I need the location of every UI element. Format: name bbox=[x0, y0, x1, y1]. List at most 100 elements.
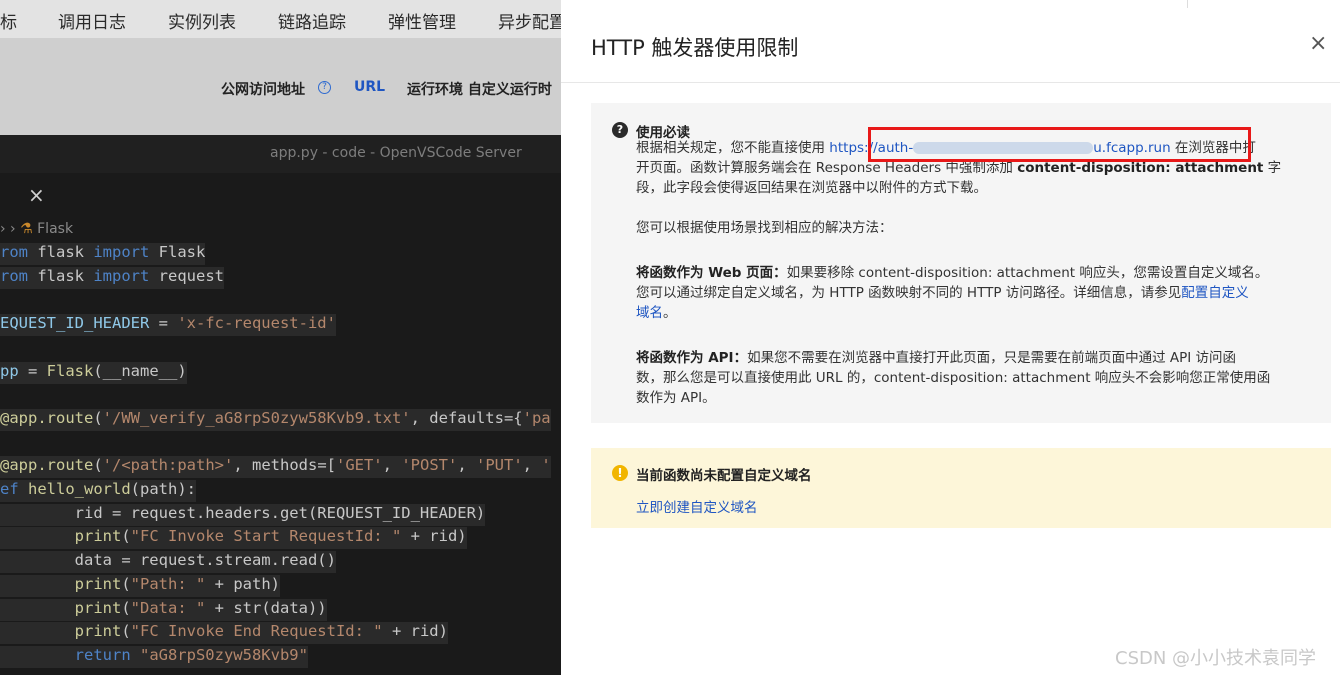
code-token: rid = request.headers.get(REQUEST_ID_HEA… bbox=[0, 503, 486, 522]
dialog-header: HTTP 触发器使用限制 × bbox=[561, 0, 1340, 83]
code-token: 'PUT' bbox=[476, 456, 523, 475]
code-token: , bbox=[382, 456, 402, 475]
code-line[interactable]: rom flask import request bbox=[0, 266, 224, 289]
breadcrumb: › › ⚗ Flask bbox=[0, 221, 73, 237]
question-circle-icon: ? bbox=[612, 122, 628, 138]
code-line[interactable]: print("Data: " + str(data)) bbox=[0, 598, 327, 621]
code-token: print bbox=[74, 622, 122, 641]
code-line[interactable]: print("FC Invoke End RequestId: " + rid) bbox=[0, 622, 448, 645]
code-line[interactable]: rid = request.headers.get(REQUEST_ID_HEA… bbox=[0, 503, 486, 526]
code-token: + path) bbox=[205, 574, 280, 593]
help-icon[interactable]: ? bbox=[318, 81, 331, 94]
code-token: ' bbox=[541, 456, 551, 475]
header-name: content-disposition: attachment bbox=[1017, 160, 1264, 176]
code-token: '/WW_verify_aG8rpS0zyw58Kvb9.txt' bbox=[102, 408, 411, 427]
code-token: return bbox=[74, 645, 140, 664]
url-link[interactable]: URL bbox=[354, 79, 385, 95]
api-heading: 将函数作为 API： bbox=[636, 350, 748, 366]
background-console: 标 调用日志 实例列表 链路追踪 弹性管理 异步配置 公网访问地址 ? URL … bbox=[0, 0, 561, 675]
code-token: Flask bbox=[46, 361, 94, 380]
chevron-right-icon: › › bbox=[0, 221, 21, 237]
code-line[interactable]: print("Path: " + path) bbox=[0, 574, 280, 597]
code-token: ( bbox=[93, 456, 103, 475]
code-token: + rid) bbox=[382, 622, 448, 641]
code-line[interactable]: print("FC Invoke Start RequestId: " + ri… bbox=[0, 527, 467, 550]
exclamation-circle-icon: ! bbox=[612, 465, 628, 481]
nav-tab-invocation-logs[interactable]: 调用日志 bbox=[58, 8, 126, 33]
code-token: ( bbox=[121, 598, 131, 617]
flask-icon: ⚗ bbox=[20, 221, 33, 237]
warning-title: 当前函数尚未配置自定义域名 bbox=[636, 468, 812, 484]
breadcrumb-file[interactable]: Flask bbox=[37, 221, 73, 237]
code-token: Flask bbox=[158, 243, 206, 261]
code-token: 'pa bbox=[522, 408, 551, 427]
code-line[interactable]: pp = Flask(__name__) bbox=[0, 361, 187, 384]
url-highlight-box bbox=[868, 127, 1251, 162]
notice-text: 。 bbox=[663, 305, 677, 321]
code-token: print bbox=[74, 598, 122, 617]
code-token: import bbox=[93, 243, 159, 261]
code-token: data = request.stream.read() bbox=[0, 551, 336, 570]
notice-text: 开页面。函数计算服务端会在 Response Headers 中强制添加 bbox=[636, 160, 1018, 176]
code-token: 'x-fc-request-id' bbox=[177, 314, 336, 333]
public-url-label: 公网访问地址 bbox=[221, 82, 305, 98]
code-token: flask bbox=[37, 266, 94, 285]
nav-tab-elastic[interactable]: 弹性管理 bbox=[388, 8, 456, 33]
runtime-label: 运行环境 自定义运行时 bbox=[407, 82, 552, 98]
code-token: 'POST' bbox=[401, 456, 458, 475]
web-page-line-2: 您可以通过绑定自定义域名，为 HTTP 函数映射不同的 HTTP 访问路径。详细… bbox=[636, 283, 1249, 303]
code-editor: app.py - code - OpenVSCode Server × › › … bbox=[0, 135, 561, 675]
code-line[interactable]: EQUEST_ID_HEADER = 'x-fc-request-id' bbox=[0, 314, 336, 337]
code-token: rom bbox=[0, 243, 38, 261]
tab-close-icon[interactable]: × bbox=[28, 183, 45, 207]
editor-titlebar: app.py - code - OpenVSCode Server bbox=[0, 135, 561, 173]
code-token: print bbox=[74, 574, 122, 593]
api-line-3: 数作为 API。 bbox=[636, 390, 716, 406]
dialog-title: HTTP 触发器使用限制 bbox=[591, 36, 799, 60]
code-token: (__name__) bbox=[93, 361, 187, 380]
notice-hint: 您可以根据使用场景找到相应的解决方法： bbox=[636, 220, 893, 236]
divider bbox=[1187, 0, 1188, 8]
configure-domain-link[interactable]: 配置自定义 bbox=[1181, 285, 1249, 301]
code-token: flask bbox=[37, 243, 94, 261]
code-line[interactable]: data = request.stream.read() bbox=[0, 551, 336, 574]
code-token: , defaults={ bbox=[410, 408, 523, 427]
code-token: , bbox=[457, 456, 476, 475]
code-token: + rid) bbox=[401, 527, 467, 546]
code-token: (path): bbox=[130, 480, 196, 498]
code-token: '/<path:path>' bbox=[102, 456, 234, 475]
web-page-line-3: 域名。 bbox=[636, 303, 677, 323]
notice-text: 字 bbox=[1263, 160, 1282, 176]
editor-title: app.py - code - OpenVSCode Server bbox=[270, 145, 522, 161]
code-line[interactable]: @app.route('/WW_verify_aG8rpS0zyw58Kvb9.… bbox=[0, 408, 551, 431]
code-token: + str(data)) bbox=[205, 598, 327, 617]
close-icon[interactable]: × bbox=[1309, 31, 1327, 56]
no-custom-domain-warning: ! 当前函数尚未配置自定义域名 立即创建自定义域名 bbox=[591, 448, 1331, 528]
nav-tab-async[interactable]: 异步配置 bbox=[498, 8, 561, 33]
nav-tab-instances[interactable]: 实例列表 bbox=[168, 8, 236, 33]
web-page-line-1: 将函数作为 Web 页面：如果要移除 content-disposition: … bbox=[636, 263, 1268, 283]
code-token: 'GET' bbox=[335, 456, 383, 475]
nav-tab-tracing[interactable]: 链路追踪 bbox=[278, 8, 346, 33]
nav-tab-metrics[interactable]: 标 bbox=[0, 8, 17, 33]
code-line[interactable]: rom flask import Flask bbox=[0, 243, 206, 265]
code-token: print bbox=[74, 527, 122, 546]
create-custom-domain-link[interactable]: 立即创建自定义域名 bbox=[636, 496, 758, 516]
code-line[interactable]: return "aG8rpS0zyw58Kvb9" bbox=[0, 645, 308, 668]
notice-text: 如果您不需要在浏览器中直接打开此页面，只是需要在前端页面中通过 API 访问函 bbox=[747, 350, 1237, 366]
notice-line-3: 段，此字段会使得返回结果在浏览器中以附件的方式下载。 bbox=[636, 180, 987, 196]
web-page-heading: 将函数作为 Web 页面： bbox=[636, 265, 787, 281]
code-token: import bbox=[93, 266, 159, 285]
function-info-bar: 公网访问地址 ? URL 运行环境 自定义运行时 bbox=[0, 38, 561, 135]
console-top-nav: 标 调用日志 实例列表 链路追踪 弹性管理 异步配置 bbox=[0, 0, 561, 38]
configure-domain-link-cont[interactable]: 域名 bbox=[636, 305, 663, 321]
notice-text: 您可以通过绑定自定义域名，为 HTTP 函数映射不同的 HTTP 访问路径。详细… bbox=[636, 285, 1182, 301]
code-token: rom bbox=[0, 266, 38, 285]
code-line[interactable]: ef hello_world(path): bbox=[0, 480, 196, 502]
code-line[interactable]: @app.route('/<path:path>', methods=['GET… bbox=[0, 456, 551, 479]
